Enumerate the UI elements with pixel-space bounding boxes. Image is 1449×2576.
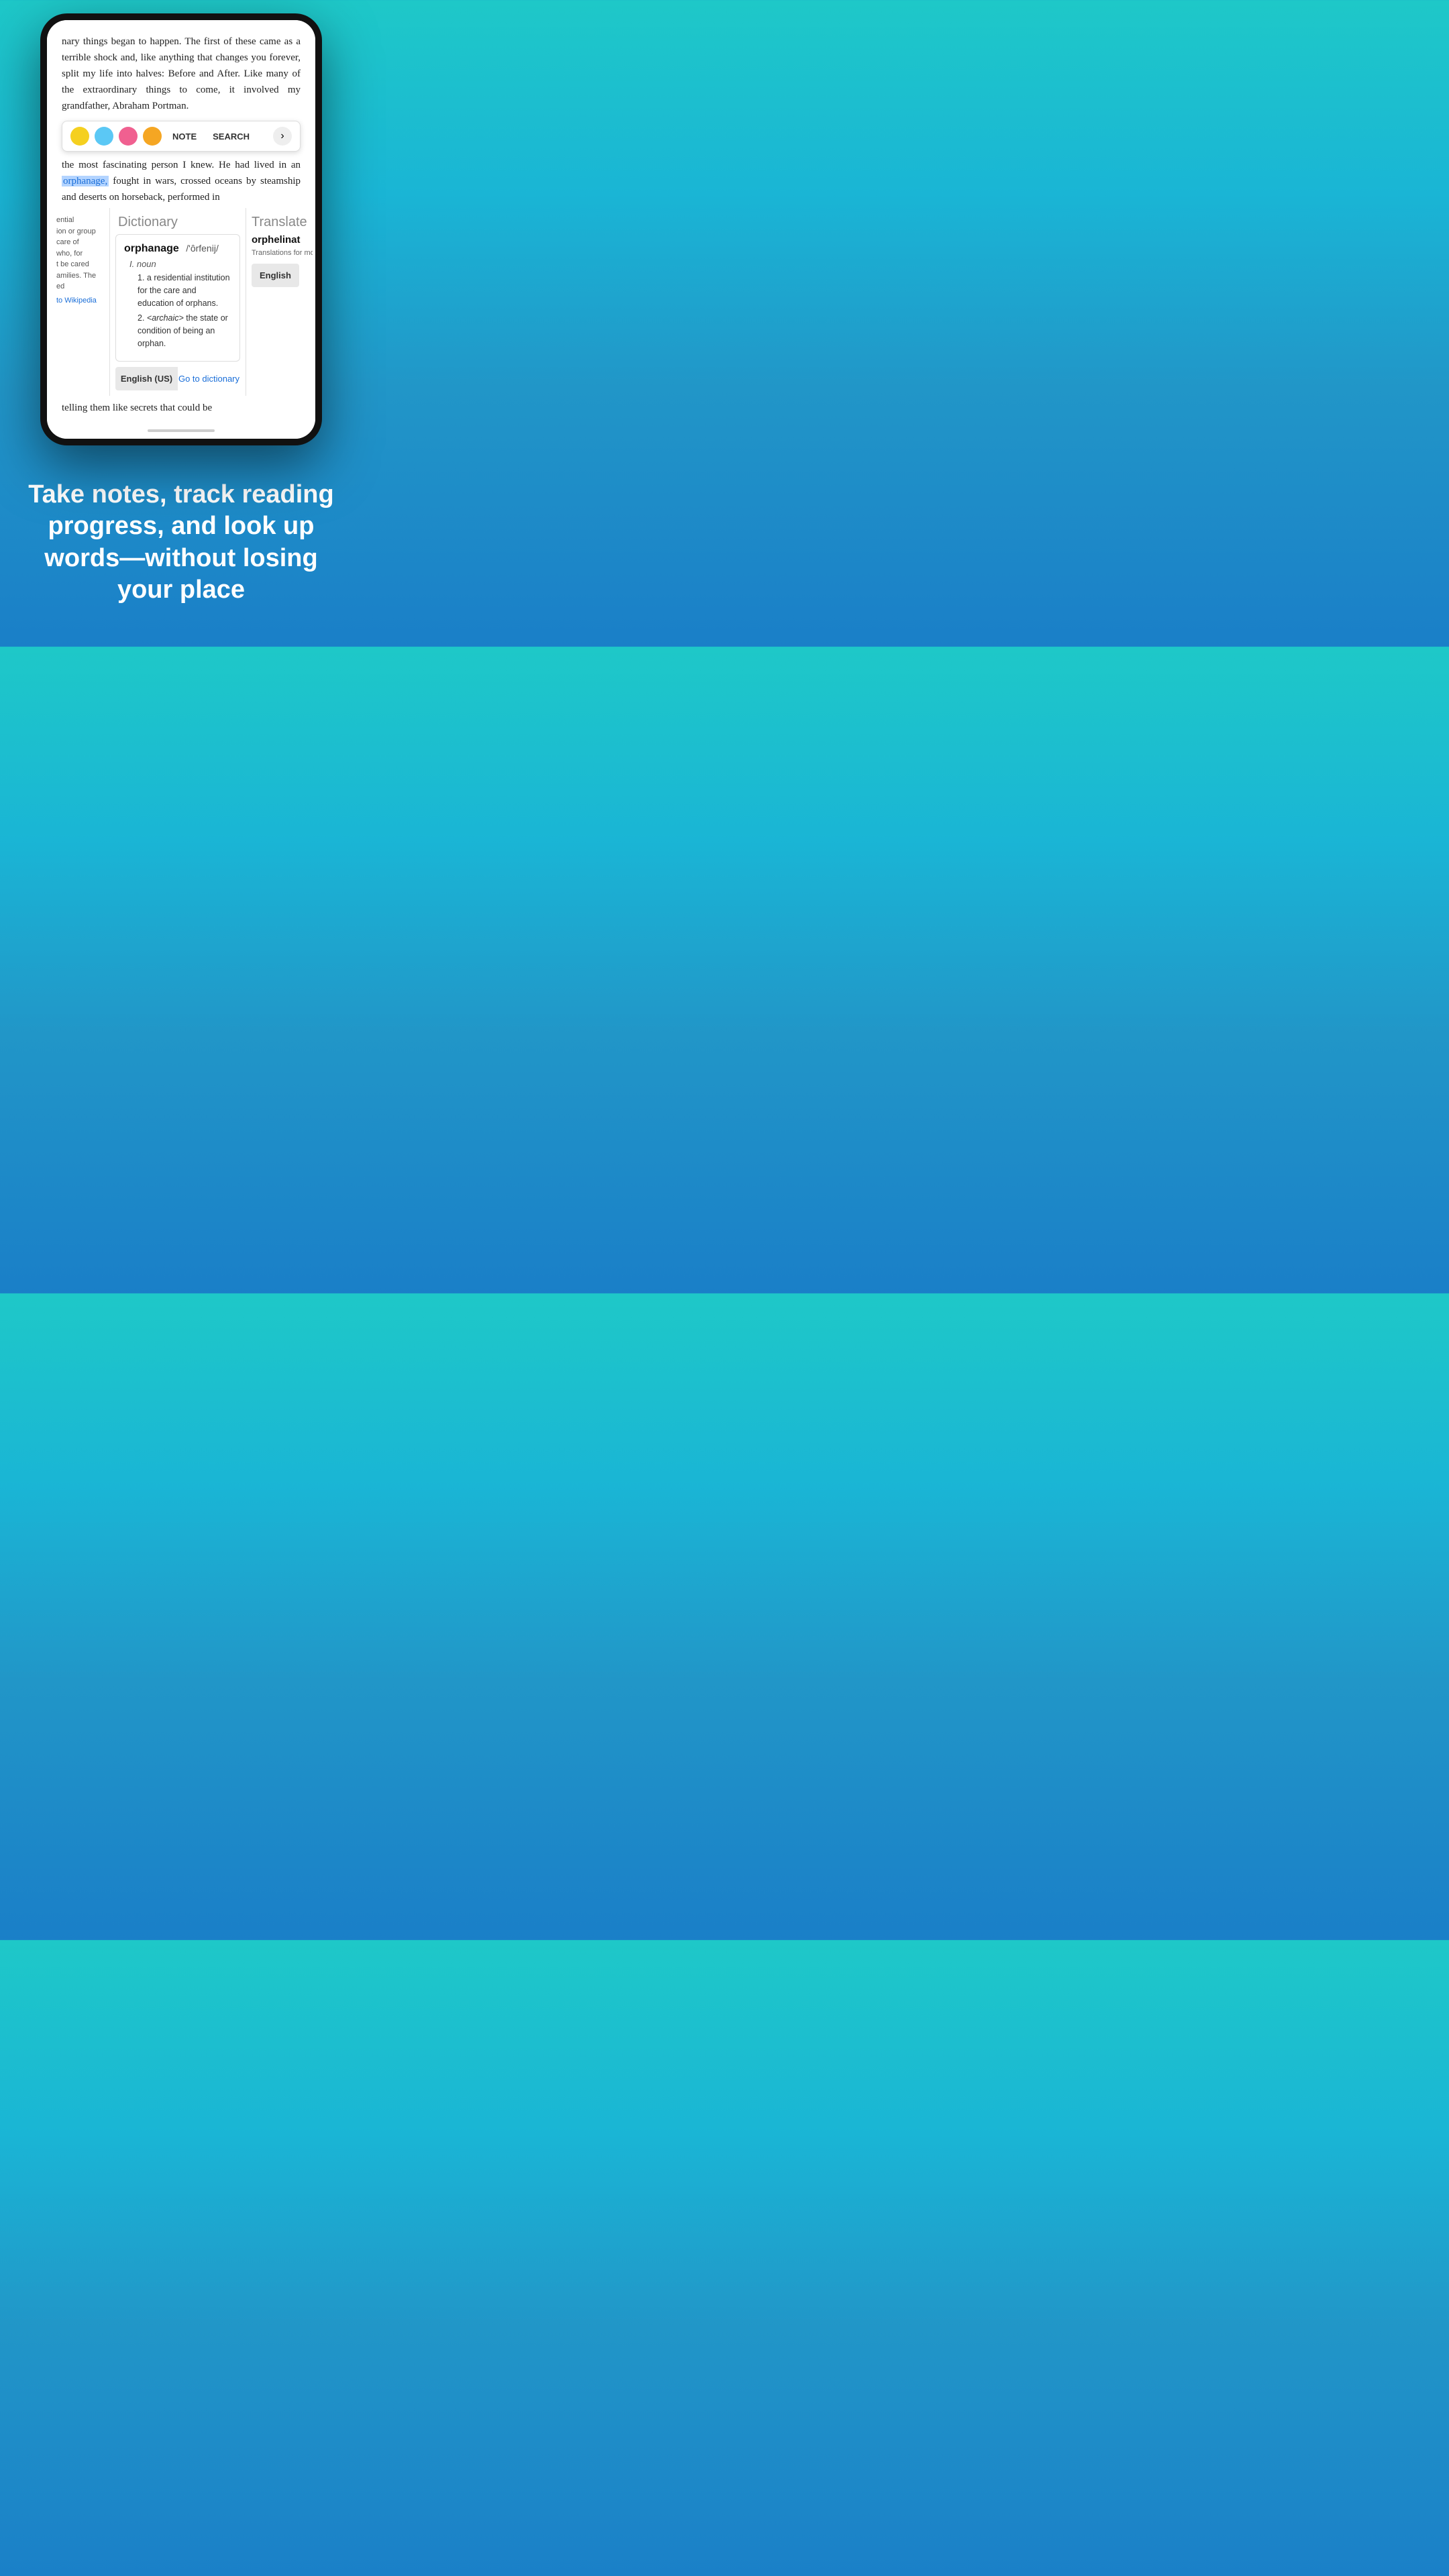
dict-definition-1: 1. a residential institution for the car… (138, 272, 231, 309)
wikipedia-link[interactable]: to Wikipedia (56, 295, 110, 307)
panels-row: ential ion or group care of who, for t b… (47, 208, 315, 396)
dict-pronunciation: /'ôrfenij/ (186, 243, 219, 254)
wiki-text-line1: ential (56, 215, 110, 226)
highlight-toolbar: NOTE SEARCH › (62, 121, 301, 152)
wikipedia-panel-overflow: ential ion or group care of who, for t b… (50, 208, 110, 396)
translate-note: Translations for more, visit w (252, 248, 313, 258)
phone-screen: nary things began to happen. The first o… (47, 20, 315, 439)
dictionary-content: orphanage /'ôrfenij/ I. noun 1. a reside… (115, 234, 240, 362)
phone-frame: nary things began to happen. The first o… (40, 13, 322, 445)
wiki-text-line5: t be cared (56, 259, 110, 270)
color-pink[interactable] (119, 127, 138, 146)
marketing-section: Take notes, track reading progress, and … (0, 445, 362, 647)
wiki-text-line7: ed (56, 281, 110, 292)
translate-header: Translate (252, 215, 313, 230)
english-us-button[interactable]: English (US) (115, 367, 178, 390)
dict-word: orphanage (124, 243, 179, 254)
toolbar-more-button[interactable]: › (273, 127, 292, 146)
go-to-dictionary-button[interactable]: Go to dictionary (178, 367, 240, 390)
translate-english-button[interactable]: English (252, 264, 299, 287)
book-text-bottom: telling them like secrets that could be (47, 396, 315, 424)
color-blue[interactable] (95, 127, 113, 146)
book-text-mid: the most fascinating person I knew. He h… (47, 152, 315, 208)
color-yellow[interactable] (70, 127, 89, 146)
phone-home-bar (47, 424, 315, 439)
home-indicator (148, 429, 215, 432)
wiki-text-line6: amilies. The (56, 270, 110, 282)
note-button[interactable]: NOTE (167, 129, 202, 144)
dict-footer: English (US) Go to dictionary (110, 362, 246, 396)
translate-panel-overflow: Translate orphelinat Translations for mo… (246, 208, 313, 396)
highlighted-word[interactable]: orphanage, (62, 176, 109, 186)
dict-definition-2: 2. <archaic> the state or condition of b… (138, 312, 231, 350)
book-text-before-word: person I knew. He had lived in an (152, 160, 301, 170)
color-orange[interactable] (143, 127, 162, 146)
book-text-top: nary things began to happen. The first o… (47, 20, 315, 121)
wiki-text-line2: ion or group (56, 226, 110, 237)
dict-part-of-speech: I. noun (129, 259, 231, 269)
book-text-before-highlight: the most fascinating (62, 160, 147, 170)
dictionary-panel: Dictionary orphanage /'ôrfenij/ I. noun … (110, 208, 246, 396)
wiki-text-line4: who, for (56, 248, 110, 260)
translate-panel-inner: Translate orphelinat Translations for mo… (246, 208, 313, 294)
marketing-text: Take notes, track reading progress, and … (20, 479, 342, 606)
phone-container: nary things began to happen. The first o… (0, 0, 362, 445)
dictionary-header: Dictionary (110, 208, 246, 234)
search-button[interactable]: SEARCH (207, 129, 255, 144)
wiki-text-line3: care of (56, 237, 110, 248)
translate-word: orphelinat (252, 234, 313, 246)
